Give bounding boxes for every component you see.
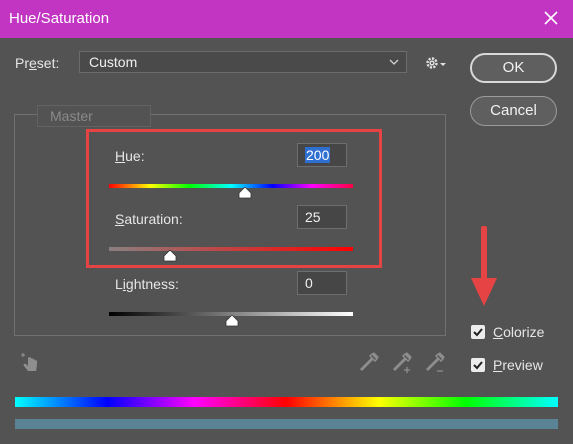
- window-title: Hue/Saturation: [9, 10, 110, 27]
- preview-checkbox[interactable]: [471, 358, 485, 372]
- gear-icon[interactable]: [425, 55, 447, 71]
- chevron-down-icon: [389, 59, 399, 65]
- preset-dropdown[interactable]: Custom: [79, 51, 407, 73]
- lightness-slider-thumb[interactable]: [225, 315, 239, 327]
- preset-label: Preset:: [15, 55, 60, 71]
- eyedropper-subtract-icon[interactable]: [424, 351, 446, 375]
- checkmark-icon: [473, 328, 483, 337]
- annotation-arrow-icon: [471, 226, 497, 306]
- annotation-highlight-box: [86, 129, 382, 268]
- preset-value: Custom: [89, 54, 138, 70]
- channel-dropdown: Master: [37, 105, 151, 127]
- cancel-button[interactable]: Cancel: [470, 96, 557, 126]
- colorize-checkbox[interactable]: [471, 325, 485, 339]
- title-bar: Hue/Saturation: [0, 0, 573, 38]
- eyedropper-icon[interactable]: [358, 351, 380, 375]
- lightness-label: Lightness:: [115, 276, 179, 292]
- input-color-spectrum: [15, 397, 558, 407]
- lightness-input[interactable]: 0: [297, 271, 347, 295]
- eyedropper-add-icon[interactable]: [391, 351, 413, 375]
- ok-button[interactable]: OK: [470, 53, 557, 83]
- checkmark-icon: [473, 361, 483, 370]
- lightness-value: 0: [305, 275, 313, 291]
- hue-saturation-dialog: Preset: Custom OK Cancel Master Hue: 200: [0, 38, 573, 444]
- preview-label[interactable]: Preview: [493, 357, 543, 373]
- targeted-adjustment-hand-icon[interactable]: [19, 351, 41, 375]
- colorize-label[interactable]: Colorize: [493, 324, 544, 340]
- close-icon[interactable]: [539, 6, 563, 30]
- output-color-spectrum: [15, 419, 558, 429]
